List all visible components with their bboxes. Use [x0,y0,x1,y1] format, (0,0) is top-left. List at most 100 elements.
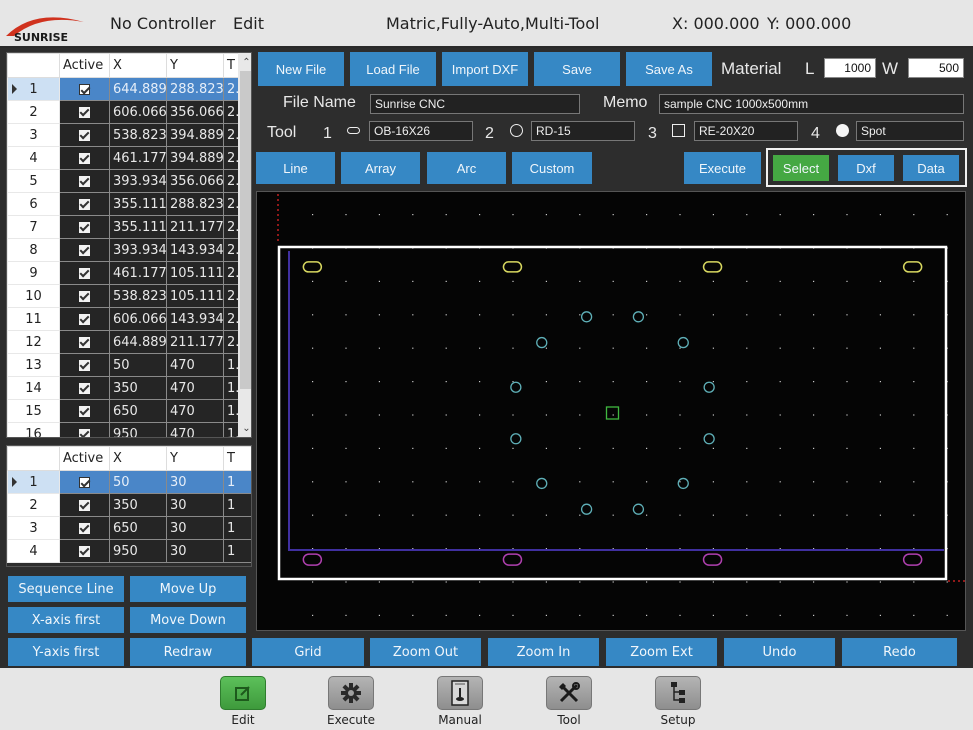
active-cell[interactable] [59,100,110,124]
active-cell[interactable] [59,77,110,101]
y-cell[interactable]: 470 [166,422,224,437]
checkbox-checked-icon[interactable] [79,405,90,417]
points-table-scrollbar[interactable]: ⌃ ⌄ [238,53,251,437]
row-header[interactable]: 6 [7,192,60,216]
x-cell[interactable]: 644.889 [109,330,167,354]
arc-button[interactable]: Arc [427,152,506,184]
sequence-line-button[interactable]: Sequence Line [8,576,124,602]
undo-button[interactable]: Undo [724,638,835,666]
select-mode-button[interactable]: Select [773,155,829,181]
y-cell[interactable]: 105.111 [166,284,224,308]
zoom-in-button[interactable]: Zoom In [488,638,599,666]
row-header[interactable]: 3 [7,123,60,147]
tree-icon[interactable] [655,676,701,710]
active-cell[interactable] [59,284,110,308]
table-row[interactable]: 1 644.889 288.823 2. [7,77,241,101]
move-down-button[interactable]: Move Down [130,607,246,633]
row-header[interactable]: 2 [7,100,60,124]
x-axis-first-button[interactable]: X-axis first [8,607,124,633]
joystick-icon[interactable] [437,676,483,710]
tool-4-input[interactable]: Spot [856,121,964,141]
row-header[interactable]: 2 [7,493,60,517]
table-row[interactable]: 2 606.066 356.066 2. [7,100,241,124]
row-header[interactable]: 11 [7,307,60,331]
x-cell[interactable]: 350 [109,376,167,400]
line-button[interactable]: Line [256,152,335,184]
x-cell[interactable]: 538.823 [109,284,167,308]
dxf-mode-button[interactable]: Dxf [838,155,894,181]
table-row[interactable]: 4 950 30 1 [7,539,251,563]
data-mode-button[interactable]: Data [903,155,959,181]
row-header[interactable]: 12 [7,330,60,354]
y-cell[interactable]: 356.066 [166,100,224,124]
table-row[interactable]: 12 644.889 211.177 2. [7,330,241,354]
active-cell[interactable] [59,330,110,354]
checkbox-checked-icon[interactable] [79,522,90,534]
header-x[interactable]: X [109,53,167,78]
gear-icon[interactable] [328,676,374,710]
save-as-button[interactable]: Save As [626,52,712,86]
x-cell[interactable]: 606.066 [109,307,167,331]
checkbox-checked-icon[interactable] [79,244,90,256]
active-cell[interactable] [59,307,110,331]
row-header[interactable]: 16 [7,422,60,437]
header-active[interactable]: Active [59,53,110,78]
edit-icon[interactable] [220,676,266,710]
table-row[interactable]: 5 393.934 356.066 2. [7,169,241,193]
checkbox-checked-icon[interactable] [79,267,90,279]
active-cell[interactable] [59,376,110,400]
t-cell[interactable]: 1 [223,539,251,563]
x-cell[interactable]: 650 [109,399,167,423]
checkbox-checked-icon[interactable] [79,129,90,141]
checkbox-checked-icon[interactable] [79,175,90,187]
checkbox-checked-icon[interactable] [79,428,90,437]
header-active[interactable]: Active [59,446,110,471]
x-cell[interactable]: 355.111 [109,192,167,216]
header-t[interactable]: T [223,446,251,471]
row-header[interactable]: 1 [7,470,60,494]
table-row[interactable]: 9 461.177 105.111 2. [7,261,241,285]
row-header[interactable]: 9 [7,261,60,285]
header-x[interactable]: X [109,446,167,471]
t-cell[interactable]: 1 [223,493,251,517]
y-cell[interactable]: 394.889 [166,146,224,170]
table-row[interactable]: 13 50 470 1. [7,353,241,377]
active-cell[interactable] [59,493,110,517]
row-header[interactable]: 4 [7,146,60,170]
save-button[interactable]: Save [534,52,620,86]
nav-edit[interactable]: Edit [213,676,273,727]
scroll-down-icon[interactable]: ⌄ [238,421,251,437]
array-button[interactable]: Array [341,152,420,184]
y-cell[interactable]: 143.934 [166,307,224,331]
t-cell[interactable]: 1 [223,516,251,540]
y-cell[interactable]: 143.934 [166,238,224,262]
x-cell[interactable]: 350 [109,493,167,517]
table-row[interactable]: 14 350 470 1. [7,376,241,400]
nav-manual[interactable]: Manual [430,676,490,727]
checkbox-checked-icon[interactable] [79,152,90,164]
active-cell[interactable] [59,516,110,540]
table-row[interactable]: 7 355.111 211.177 2. [7,215,241,239]
tool-1-input[interactable]: OB-16X26 [369,121,473,141]
import-dxf-button[interactable]: Import DXF [442,52,528,86]
table-row[interactable]: 4 461.177 394.889 2. [7,146,241,170]
tools-icon[interactable] [546,676,592,710]
table-row[interactable]: 15 650 470 1. [7,399,241,423]
active-cell[interactable] [59,146,110,170]
x-cell[interactable]: 355.111 [109,215,167,239]
custom-button[interactable]: Custom [512,152,592,184]
checkbox-checked-icon[interactable] [79,106,90,118]
table-row[interactable]: 16 950 470 1. [7,422,241,437]
sequence-table[interactable]: Active X Y T 1 50 30 1 2 350 30 1 3 650 30 1 4 950 30 1 [6,445,252,567]
x-cell[interactable]: 650 [109,516,167,540]
redo-button[interactable]: Redo [842,638,957,666]
memo-input[interactable]: sample CNC 1000x500mm [659,94,964,114]
checkbox-checked-icon[interactable] [79,290,90,302]
checkbox-checked-icon[interactable] [79,221,90,233]
active-cell[interactable] [59,123,110,147]
scroll-up-icon[interactable]: ⌃ [238,55,251,71]
table-row[interactable]: 2 350 30 1 [7,493,251,517]
points-table[interactable]: Active X Y T 1 644.889 288.823 2. 2 606.066 35… [6,52,252,438]
load-file-button[interactable]: Load File [350,52,436,86]
x-cell[interactable]: 50 [109,470,167,494]
